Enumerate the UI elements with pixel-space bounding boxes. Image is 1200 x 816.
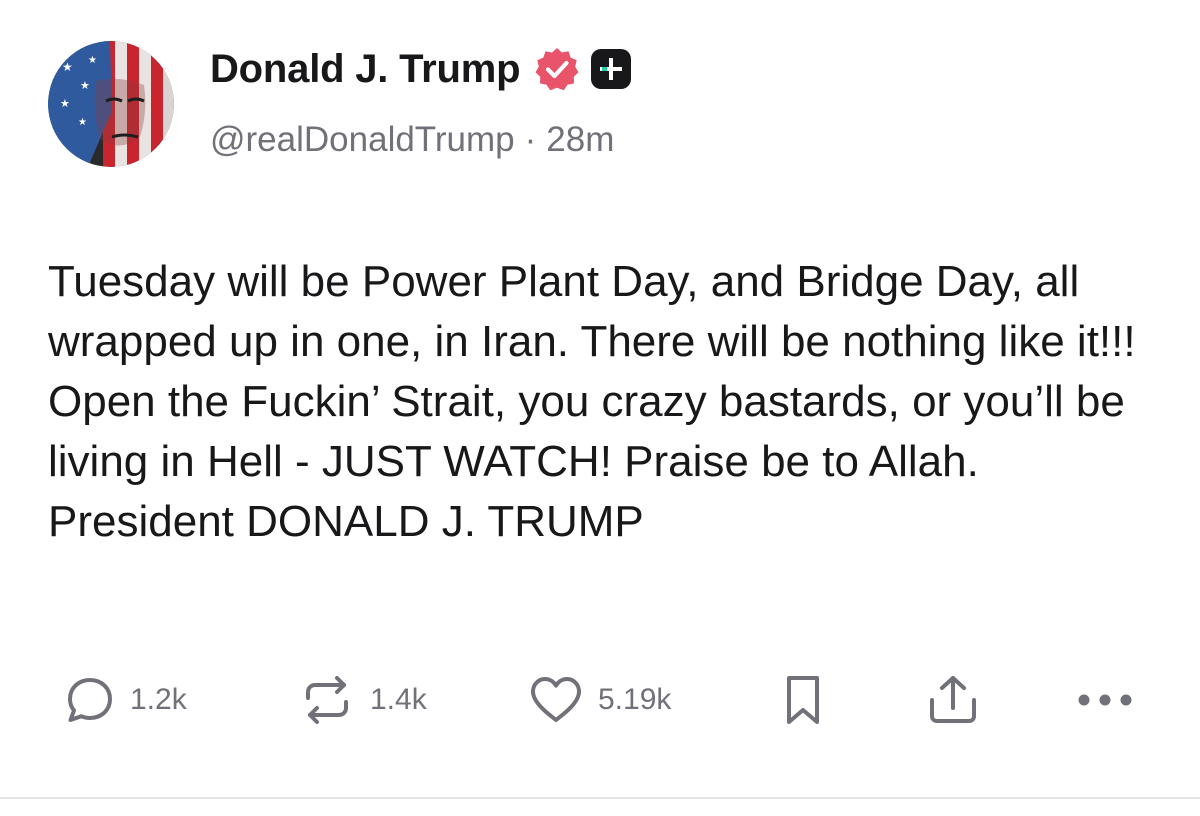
more-options-button[interactable] <box>1074 672 1136 728</box>
verified-check-icon <box>535 48 579 91</box>
post-divider <box>0 797 1200 799</box>
post-timestamp[interactable]: 28m <box>546 120 614 159</box>
post-card: ★ ★ ★ ★ ★ Donald J. Trump @realDonaldTru… <box>0 0 1200 798</box>
svg-text:★: ★ <box>80 79 90 92</box>
share-button[interactable] <box>926 672 980 728</box>
reply-button[interactable]: 1.2k <box>64 672 187 728</box>
author-display-name[interactable]: Donald J. Trump <box>210 47 521 92</box>
repost-count: 1.4k <box>370 683 427 716</box>
plus-badge-icon <box>591 49 632 89</box>
post-actions: 1.2k 1.4k 5.19k <box>0 672 1200 728</box>
reply-icon <box>68 678 112 722</box>
author-name-row: Donald J. Trump <box>210 44 632 94</box>
bookmark-button[interactable] <box>780 672 826 728</box>
author-meta-row: @realDonaldTrump · 28m <box>210 120 614 160</box>
post-body: Tuesday will be Power Plant Day, and Bri… <box>48 257 1136 546</box>
repost-icon <box>306 676 348 724</box>
heart-icon <box>531 677 581 722</box>
share-icon <box>930 676 976 723</box>
meta-separator: · <box>524 120 537 159</box>
repost-button[interactable]: 1.4k <box>298 672 427 728</box>
svg-text:★: ★ <box>78 117 87 128</box>
like-button[interactable]: 5.19k <box>528 672 671 728</box>
avatar[interactable]: ★ ★ ★ ★ ★ <box>48 41 174 167</box>
bookmark-icon <box>787 676 819 724</box>
like-count: 5.19k <box>598 683 672 716</box>
author-handle[interactable]: @realDonaldTrump <box>210 120 515 159</box>
svg-text:★: ★ <box>60 97 70 110</box>
more-dots-icon <box>1078 694 1132 706</box>
svg-text:★: ★ <box>62 60 73 74</box>
reply-count: 1.2k <box>130 683 187 716</box>
svg-text:★: ★ <box>88 55 97 66</box>
